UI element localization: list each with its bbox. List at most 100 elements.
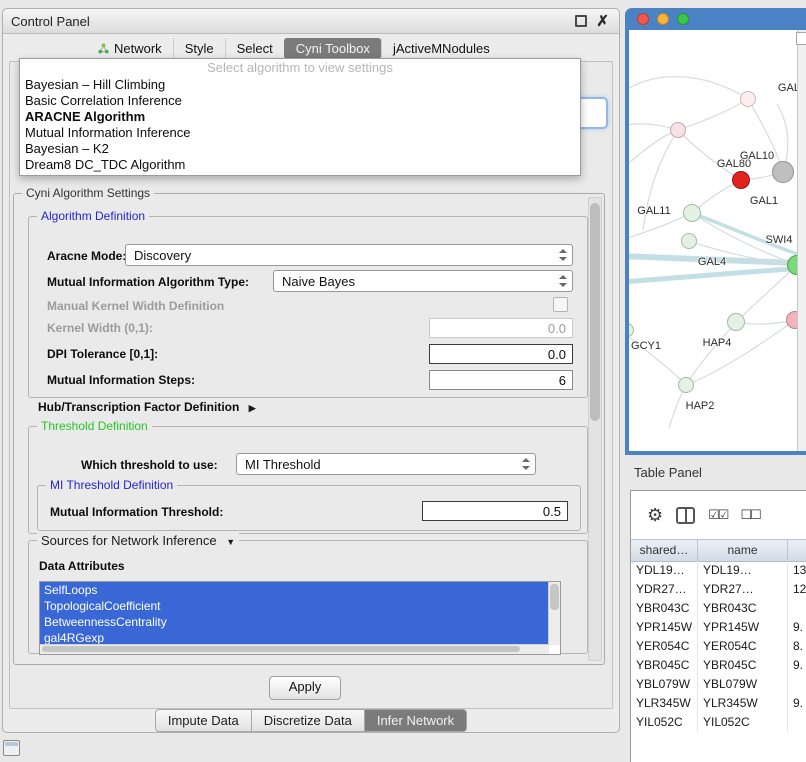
bottom-tab-discretize-data[interactable]: Discretize Data xyxy=(252,709,365,732)
network-node[interactable] xyxy=(670,122,686,138)
network-node[interactable] xyxy=(732,171,750,189)
mi-steps-input[interactable] xyxy=(429,370,573,390)
algorithm-option-dream8-dc-tdc-algorithm[interactable]: Dream8 DC_TDC Algorithm xyxy=(20,157,580,173)
bottom-tab-impute-data[interactable]: Impute Data xyxy=(155,709,252,732)
network-node[interactable] xyxy=(727,313,745,331)
column-header-name[interactable]: name xyxy=(698,540,788,561)
tab-network[interactable]: Network xyxy=(87,38,173,59)
table-cell: 13 xyxy=(788,561,806,580)
attribute-item-selfloops[interactable]: SelfLoops xyxy=(40,582,548,598)
close-window-icon[interactable] xyxy=(637,13,649,25)
table-row[interactable]: YDR27…YDR27…12 xyxy=(631,580,806,599)
sources-disclosure[interactable]: Sources for Network Inference ▼ xyxy=(37,533,239,548)
algorithm-option-bayesian-hill-climbing[interactable]: Bayesian – Hill Climbing xyxy=(20,77,580,93)
aracne-mode-select[interactable]: Discovery xyxy=(125,244,573,266)
table-cell: YLR345W xyxy=(698,694,788,713)
kernel-width-input xyxy=(429,318,573,338)
table-row[interactable]: YBR045CYBR045C9. xyxy=(631,656,806,675)
attribute-item-betweennesscentrality[interactable]: BetweennessCentrality xyxy=(40,614,548,630)
threshold-definition-title: Threshold Definition xyxy=(37,419,152,433)
table-cell: YER054C xyxy=(698,637,788,656)
network-node[interactable] xyxy=(683,204,701,222)
algorithm-option-mutual-information-inference[interactable]: Mutual Information Inference xyxy=(20,125,580,141)
select-all-columns-icon[interactable]: ☑☑ xyxy=(708,507,727,523)
network-canvas[interactable]: GAL8GAL80GAL10GAL11GAL1SWI4GAL4GCY1HAP4H… xyxy=(629,30,806,451)
algorithm-definition-group: Algorithm Definition Aracne Mode: Discov… xyxy=(28,216,588,398)
table-cell: 9. xyxy=(788,618,806,637)
table-row[interactable]: YIL052CYIL052C xyxy=(631,713,806,732)
expand-right-icon: ▶ xyxy=(249,403,256,413)
bottom-tab-infer-network[interactable]: Infer Network xyxy=(365,709,467,732)
column-header-shared[interactable]: shared… xyxy=(631,540,698,561)
settings-group-title: Cyni Algorithm Settings xyxy=(22,186,154,200)
attribute-item-topologicalcoefficient[interactable]: TopologicalCoefficient xyxy=(40,598,548,614)
show-columns-icon[interactable] xyxy=(676,507,695,524)
threshold-definition-group: Threshold Definition Which threshold to … xyxy=(28,426,588,534)
close-panel-icon[interactable]: ✗ xyxy=(596,14,609,29)
tab-jactivemnodules[interactable]: jActiveMNodules xyxy=(381,38,501,59)
control-panel-titlebar[interactable]: Control Panel ✗ xyxy=(3,9,619,34)
which-threshold-select[interactable]: MI Threshold xyxy=(236,453,536,475)
table-cell: YPR145W xyxy=(698,618,788,637)
algorithm-option-basic-correlation-inference[interactable]: Basic Correlation Inference xyxy=(20,93,580,109)
minimize-window-icon[interactable] xyxy=(657,13,669,25)
table-cell: YLR345W xyxy=(631,694,698,713)
aracne-mode-value: Discovery xyxy=(126,248,554,263)
scrollbar-thumb[interactable] xyxy=(42,646,520,652)
network-node[interactable] xyxy=(678,377,694,393)
apply-button[interactable]: Apply xyxy=(269,676,341,700)
dpi-tolerance-input[interactable] xyxy=(429,344,573,364)
table-cell: 8. xyxy=(788,637,806,656)
scrollbar-corner-button[interactable] xyxy=(796,32,806,45)
table-row[interactable]: YPR145WYPR145W9. xyxy=(631,618,806,637)
table-toolbar: ⚙ ☑☑ ☐☐ xyxy=(631,491,806,539)
table-cell xyxy=(788,713,806,732)
aracne-mode-label: Aracne Mode: xyxy=(47,249,126,263)
table-row[interactable]: YBL079WYBL079W xyxy=(631,675,806,694)
table-panel: ⚙ ☑☑ ☐☐ shared…name YDL19…YDL19…13YDR27…… xyxy=(630,490,806,762)
attributes-vertical-scrollbar[interactable] xyxy=(548,582,560,645)
algorithm-definition-title: Algorithm Definition xyxy=(37,209,149,223)
zoom-window-icon[interactable] xyxy=(677,13,689,25)
network-node[interactable] xyxy=(772,161,794,183)
mi-type-select[interactable]: Naive Bayes xyxy=(273,270,573,292)
mi-threshold-label: Mutual Information Threshold: xyxy=(50,505,223,519)
deselect-all-columns-icon[interactable]: ☐☐ xyxy=(740,507,759,523)
network-node[interactable] xyxy=(740,91,756,107)
network-node[interactable] xyxy=(681,233,697,249)
settings-vertical-scrollbar[interactable] xyxy=(588,197,602,661)
table-settings-gear-icon[interactable]: ⚙ xyxy=(647,506,663,524)
data-attributes-list[interactable]: SelfLoopsTopologicalCoefficientBetweenne… xyxy=(39,581,561,655)
table-row[interactable]: YBR043CYBR043C xyxy=(631,599,806,618)
data-attributes-label: Data Attributes xyxy=(39,559,125,573)
network-node-label: GAL11 xyxy=(637,205,670,217)
which-threshold-value: MI Threshold xyxy=(237,457,517,472)
table-cell: YBR045C xyxy=(698,656,788,675)
scrollbar-thumb[interactable] xyxy=(550,584,559,610)
minimized-panel-icon[interactable] xyxy=(3,740,20,756)
table-row[interactable]: YLR345WYLR345W9. xyxy=(631,694,806,713)
mi-threshold-input[interactable] xyxy=(422,501,568,521)
manual-kernel-width-checkbox[interactable] xyxy=(553,297,568,312)
network-vertical-scrollbar[interactable] xyxy=(797,30,806,451)
tab-select[interactable]: Select xyxy=(225,38,284,59)
table-cell: YDL19… xyxy=(698,561,788,580)
tab-style[interactable]: Style xyxy=(173,38,225,59)
float-window-icon[interactable] xyxy=(575,15,587,27)
scrollbar-thumb[interactable] xyxy=(590,203,600,421)
algorithm-option-bayesian-k2[interactable]: Bayesian – K2 xyxy=(20,141,580,157)
algorithm-option-aracne-algorithm[interactable]: ARACNE Algorithm xyxy=(20,109,580,125)
mi-threshold-group-title: MI Threshold Definition xyxy=(46,478,177,492)
table-cell: 9. xyxy=(788,694,806,713)
column-header-extra[interactable] xyxy=(788,540,806,561)
desktop: { "icons": { "close_panel": "✗", "hub_ex… xyxy=(0,0,806,762)
hub-definition-label: Hub/Transcription Factor Definition xyxy=(38,400,239,414)
attributes-horizontal-scrollbar[interactable] xyxy=(40,644,549,654)
hub-definition-disclosure[interactable]: Hub/Transcription Factor Definition ▶ xyxy=(38,400,256,414)
table-row[interactable]: YDL19…YDL19…13 xyxy=(631,561,806,580)
titlebar-icons: ✗ xyxy=(575,14,609,29)
table-cell: YBR045C xyxy=(631,656,698,675)
table-body: YDL19…YDL19…13YDR27…YDR27…12YBR043CYBR04… xyxy=(631,561,806,762)
table-row[interactable]: YER054CYER054C8. xyxy=(631,637,806,656)
tab-cyni-toolbox[interactable]: Cyni Toolbox xyxy=(284,38,381,59)
